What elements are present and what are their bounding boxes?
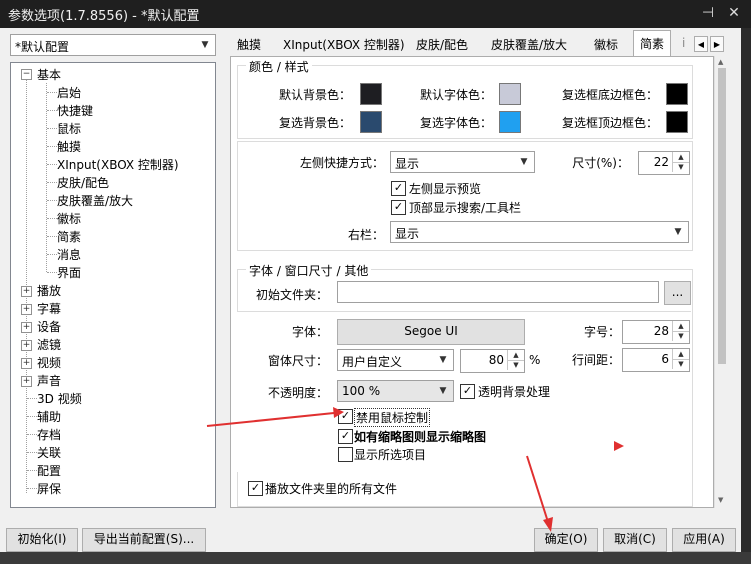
annotation-arrow-mouse	[206, 412, 335, 427]
annotation-arrows	[206, 407, 553, 532]
annotation-arrowhead	[543, 517, 553, 532]
annotation-arrow-ok	[526, 455, 549, 523]
annotation-arrowhead	[333, 407, 344, 418]
